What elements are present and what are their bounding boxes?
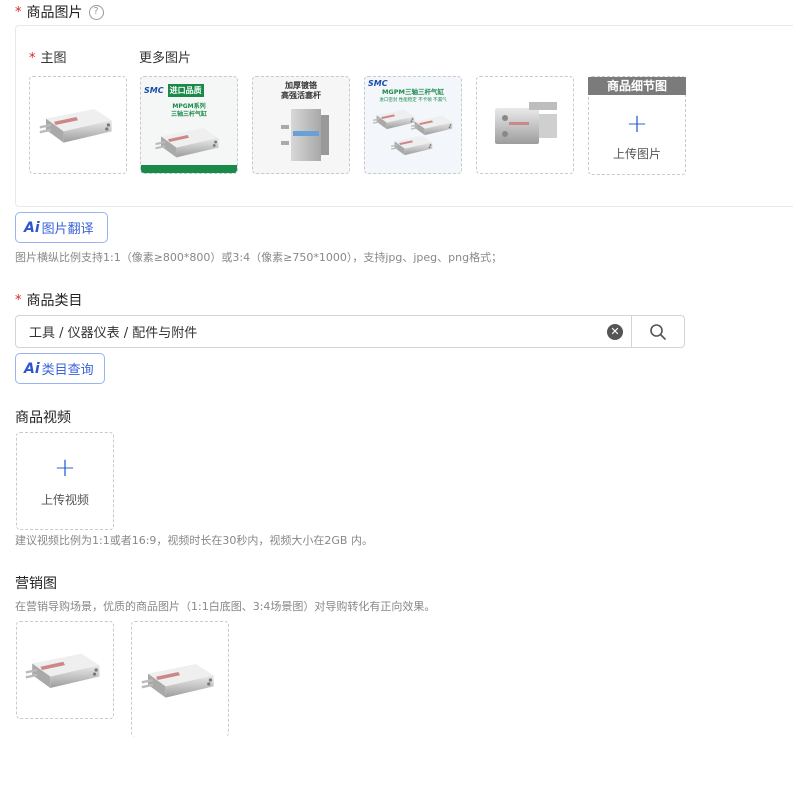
- ai-image-translate-label: 图片翻译: [41, 222, 94, 237]
- upload-image-label: 上传图片: [612, 147, 661, 161]
- thumb-title: MGPM三轴三杆气缸: [381, 88, 445, 96]
- thumb-type: 三轴三杆气缸: [170, 111, 207, 118]
- video-upload[interactable]: + 上传视频: [16, 432, 114, 530]
- product-images-label: 商品图片: [26, 5, 83, 21]
- thumb-subtitle: 进口密封 性能稳定 不卡顿 不漏气: [379, 98, 447, 103]
- search-icon: [650, 323, 666, 340]
- more-image-thumb-1[interactable]: SMC 进口品质 MPGM系列 三轴三杆气缸: [140, 76, 238, 174]
- upload-video-label: 上传视频: [40, 492, 89, 507]
- video-label: 商品视频: [15, 410, 71, 426]
- video-hint: 建议视频比例为1:1或者16:9，视频时长在30秒内，视频大小在2GB 内。: [15, 534, 373, 547]
- question-circle-icon[interactable]: ?: [88, 4, 104, 20]
- more-images-label: 更多图片: [139, 51, 192, 66]
- smc-logo: SMC: [368, 79, 388, 88]
- product-photo: [495, 102, 557, 144]
- more-image-thumb-3[interactable]: SMC MGPM三轴三杆气缸 进口密封 性能稳定 不卡顿 不漏气: [364, 76, 462, 174]
- ai-image-translate-button[interactable]: Ai 图片翻译: [15, 212, 108, 243]
- thumb-series: MPGM系列: [172, 103, 206, 110]
- required-marker: *: [15, 4, 22, 20]
- ai-icon: Ai: [24, 219, 40, 236]
- category-value: 工具 / 仪器仪表 / 配件与附件: [29, 326, 198, 341]
- product-images-heading: * 商品图片 ?: [15, 2, 104, 22]
- main-image-heading: * 主图: [29, 47, 67, 66]
- plus-icon: +: [54, 452, 76, 483]
- detail-image-upload[interactable]: 商品细节图 + 上传图片: [588, 76, 686, 175]
- category-search-button[interactable]: [631, 316, 684, 347]
- smc-logo: SMC: [144, 85, 164, 95]
- image-format-hint: 图片横纵比例支持1:1（像素≥800*800）或3:4（像素≥750*1000）…: [15, 251, 503, 264]
- marketing-label: 营销图: [15, 576, 57, 592]
- ai-category-query-button[interactable]: Ai 类目查询: [15, 353, 105, 384]
- main-image-label: 主图: [40, 51, 67, 66]
- thumb-line-1: 加厚镀铬: [285, 81, 317, 90]
- marketing-image-3x4[interactable]: [131, 621, 229, 737]
- product-photo: [372, 109, 453, 156]
- category-heading: * 商品类目: [15, 290, 83, 310]
- required-marker: *: [15, 292, 22, 308]
- category-label: 商品类目: [26, 293, 83, 309]
- thumb-footer-bar: [141, 165, 237, 173]
- clear-icon[interactable]: ✕: [607, 323, 623, 340]
- product-photo: [25, 653, 100, 689]
- ai-icon: Ai: [24, 360, 40, 377]
- thumb-banner: SMC 进口品质: [141, 77, 237, 103]
- marketing-image-1x1[interactable]: [16, 621, 114, 719]
- main-image-thumb[interactable]: [29, 76, 127, 174]
- product-photo: [155, 128, 219, 158]
- thumb-line-2: 高强活塞杆: [281, 91, 321, 100]
- detail-image-header: 商品细节图: [588, 77, 686, 95]
- product-photo: [39, 109, 112, 143]
- thumb-subtitle: MPGM系列 三轴三杆气缸: [171, 103, 207, 119]
- thumb-heading: 加厚镀铬 高强活塞杆: [281, 81, 321, 101]
- marketing-hint: 在营销导购场景，优质的商品图片（1:1白底图、3:4场景图）对导购转化有正向效果…: [15, 600, 436, 613]
- plus-icon: +: [626, 109, 648, 139]
- ai-category-query-label: 类目查询: [41, 363, 94, 378]
- more-image-thumb-4[interactable]: [476, 76, 574, 174]
- product-photo: [141, 663, 214, 698]
- required-marker: *: [29, 51, 36, 66]
- product-photo: [281, 109, 329, 161]
- more-image-thumb-2[interactable]: 加厚镀铬 高强活塞杆: [252, 76, 350, 174]
- thumb-title: 进口品质: [167, 83, 204, 97]
- category-input[interactable]: 工具 / 仪器仪表 / 配件与附件 ✕: [15, 315, 685, 348]
